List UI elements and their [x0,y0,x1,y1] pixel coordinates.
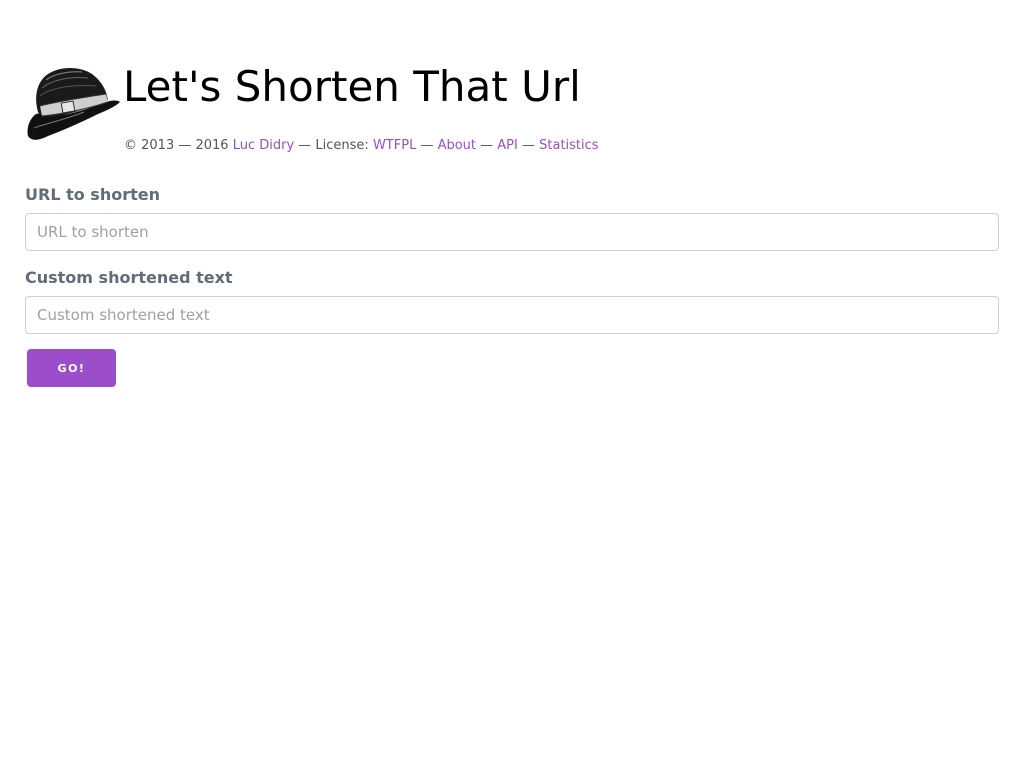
url-label: URL to shorten [25,185,160,204]
footer-credits: © 2013 — 2016 Luc Didry — License: WTFPL… [124,138,599,154]
custom-text-input[interactable] [25,296,999,334]
license-link[interactable]: WTFPL [373,138,416,153]
statistics-link[interactable]: Statistics [539,138,598,153]
about-link[interactable]: About [438,138,476,153]
bowler-hat-icon [27,68,121,140]
api-link[interactable]: API [497,138,518,153]
separator: — [517,138,540,153]
page: Let's Shorten That Url © 2013 — 2016 Luc… [0,0,1024,768]
url-input[interactable] [25,213,999,251]
author-link[interactable]: Luc Didry [233,138,294,153]
separator: — [416,138,438,153]
license-separator: — License: [294,138,373,153]
custom-text-label: Custom shortened text [25,268,233,287]
copyright-text: © 2013 — 2016 [124,138,233,153]
go-button[interactable]: GO! [27,349,116,387]
separator: — [476,138,498,153]
page-title: Let's Shorten That Url [123,62,581,111]
